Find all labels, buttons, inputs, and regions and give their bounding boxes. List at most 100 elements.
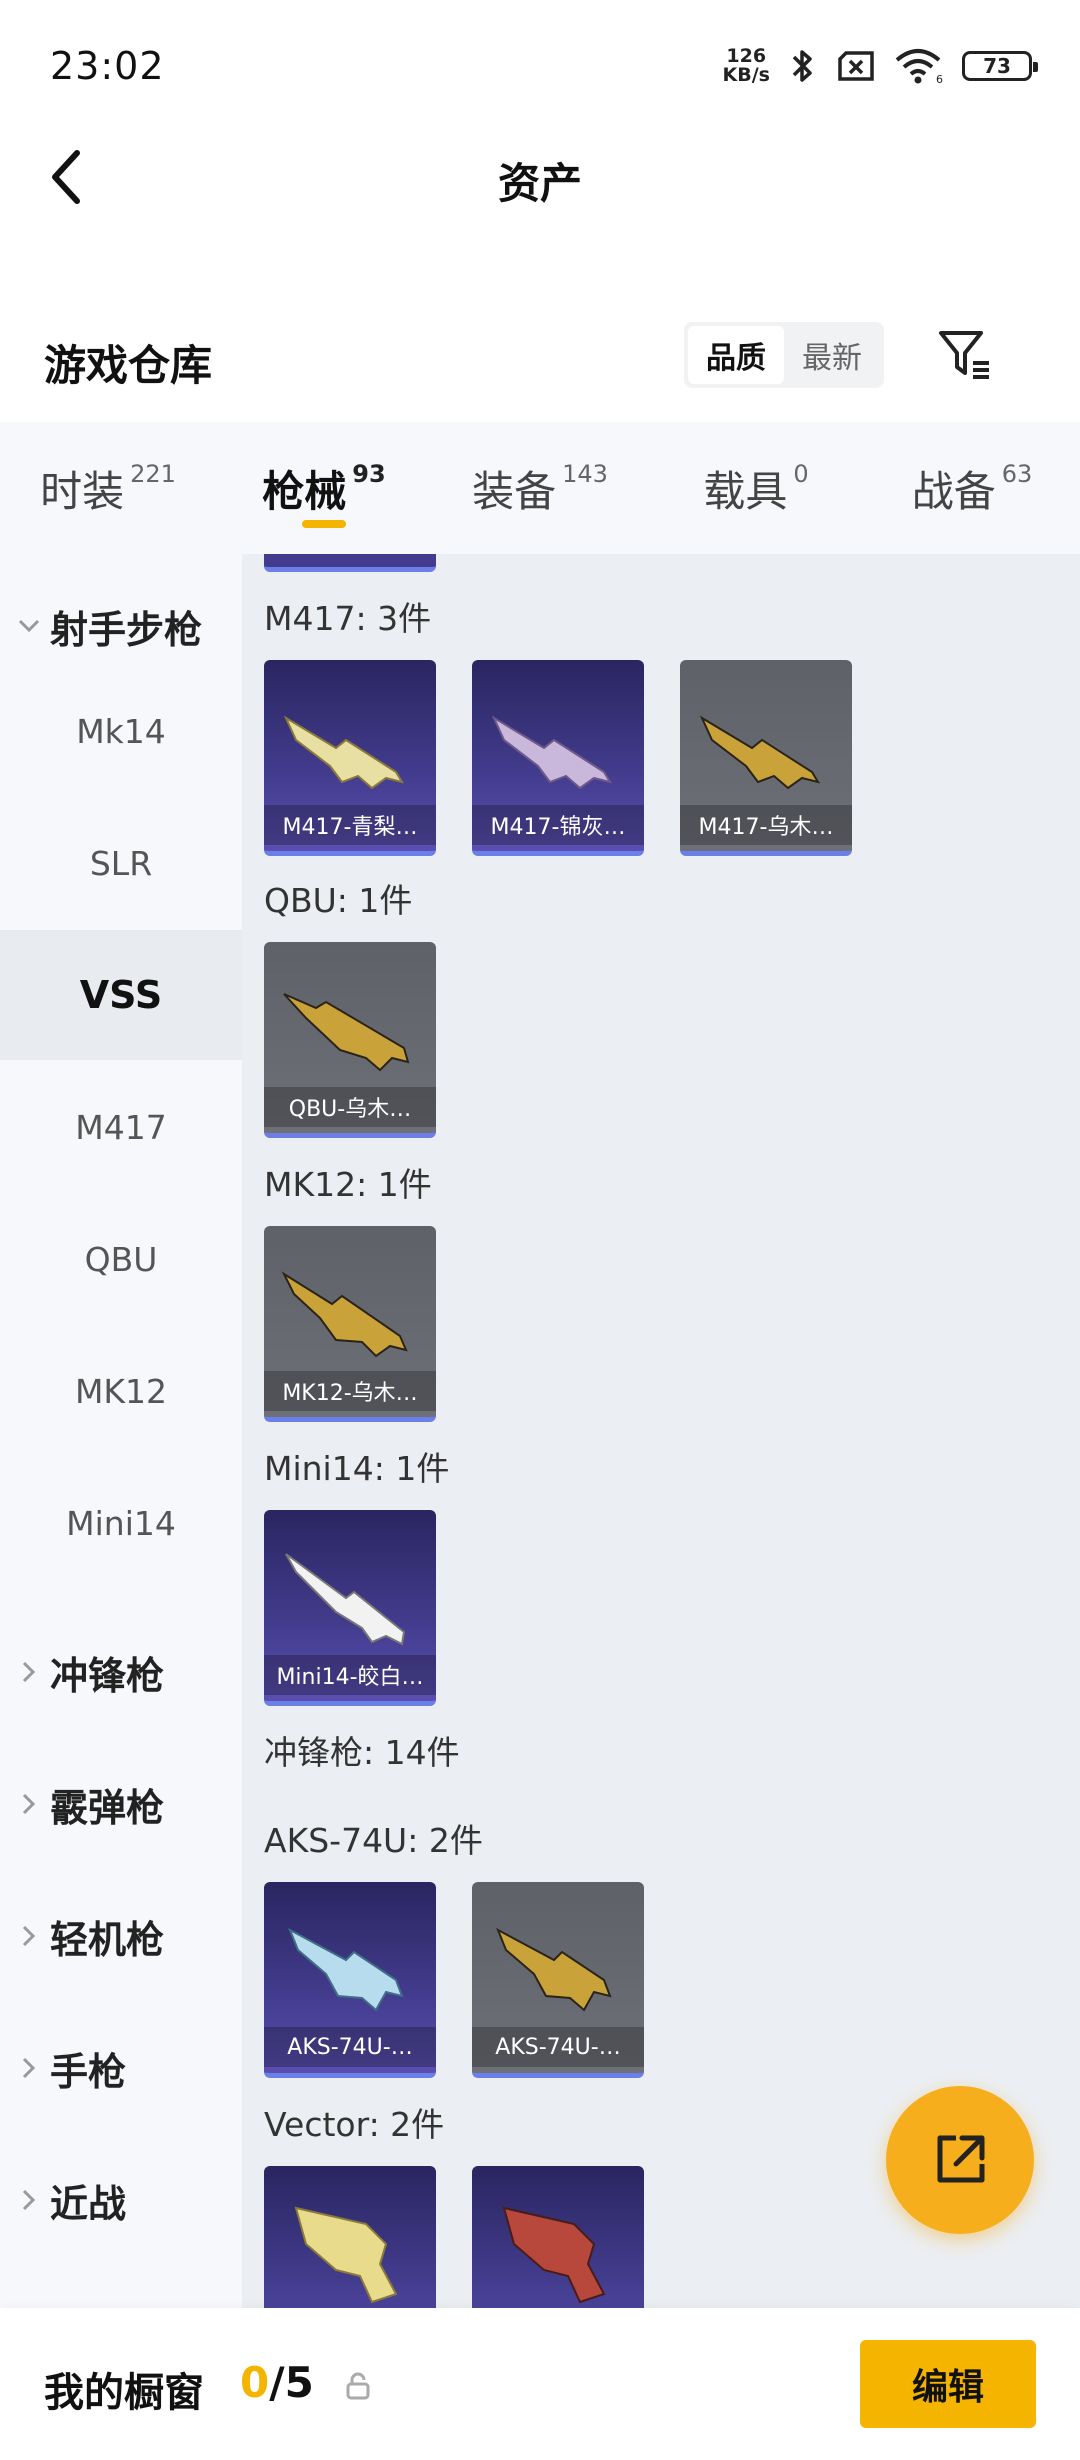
sidebar-group-label: 手枪 (50, 2049, 127, 2094)
smg-icon (288, 1927, 404, 2012)
section-title: M417: 3件 (264, 599, 432, 638)
rifle-icon (283, 715, 405, 790)
weapon-card[interactable] (264, 2166, 436, 2308)
showcase-count: 0/5 (240, 2358, 314, 2407)
tab-count: 221 (130, 460, 176, 488)
tab-supplies[interactable]: 战备 63 (864, 422, 1080, 554)
section-title: QBU: 1件 (264, 881, 413, 920)
sidebar-group-shotgun[interactable]: 霰弹枪 (0, 1764, 242, 1844)
tab-label: 战备 (911, 467, 996, 516)
sim-disabled-icon (838, 51, 874, 81)
weapon-name: AKS-74U-… (264, 2027, 436, 2067)
chevron-right-icon (18, 1661, 40, 1683)
sort-option-quality[interactable]: 品质 (688, 326, 784, 384)
wifi-icon: 6 (895, 49, 943, 84)
filter-button[interactable] (930, 320, 1000, 390)
weapon-name: M417-青梨… (264, 805, 436, 845)
sidebar-item-qbu[interactable]: QBU (0, 1194, 242, 1324)
net-speed-unit: KB/s (722, 64, 770, 86)
weapon-name: M417-乌木… (680, 805, 852, 845)
weapon-grid: M417: 3件 M417-青梨… M417-锦灰… M417-乌木… QBU:… (242, 554, 1080, 2308)
warehouse-title: 游戏仓库 (44, 341, 213, 390)
tab-label: 时装 (40, 467, 125, 516)
tab-active-indicator (302, 520, 346, 528)
category-title: 冲锋枪: 14件 (264, 1733, 460, 1772)
sidebar-group-melee[interactable]: 近战 (0, 2160, 242, 2240)
weapon-sidebar: 射手步枪 Mk14 SLR VSS M417 QBU MK12 Mini14 冲… (0, 554, 242, 2308)
page-header: 资产 (0, 130, 1080, 230)
smg-icon (294, 2206, 398, 2304)
status-bar: 23:02 126 KB/s 6 73 (0, 0, 1080, 130)
tab-fashion[interactable]: 时装 221 (0, 422, 216, 554)
section-title: Mini14: 1件 (264, 1449, 450, 1488)
rifle-icon (281, 1271, 408, 1358)
sidebar-group-pistol[interactable]: 手枪 (0, 2028, 242, 2108)
rifle-icon (699, 715, 821, 790)
weapon-name: MK12-乌木… (264, 1371, 436, 1411)
section-title: MK12: 1件 (264, 1165, 432, 1204)
chevron-right-icon (18, 2189, 40, 2211)
tab-equipment[interactable]: 装备 143 (432, 422, 648, 554)
lock-icon (346, 2372, 370, 2400)
sidebar-group-lmg[interactable]: 轻机枪 (0, 1896, 242, 1976)
sidebar-item-vss[interactable]: VSS (0, 930, 242, 1060)
smg-icon (502, 2206, 606, 2304)
status-time: 23:02 (50, 44, 165, 88)
sidebar-item-mk12[interactable]: MK12 (0, 1326, 242, 1456)
tab-label: 载具 (703, 467, 788, 516)
weapon-card[interactable]: MK12-乌木… (264, 1226, 436, 1422)
rifle-icon (491, 715, 613, 790)
weapon-card[interactable]: M417-锦灰… (472, 660, 644, 856)
weapon-card[interactable]: M417-青梨… (264, 660, 436, 856)
sidebar-item-mini14[interactable]: Mini14 (0, 1458, 242, 1588)
battery-icon: 73 (962, 51, 1038, 81)
category-tabs: 时装 221 枪械 93 装备 143 载具 0 战备 63 (0, 422, 1080, 554)
tab-count: 63 (1001, 460, 1033, 488)
sidebar-group-label: 冲锋枪 (50, 1653, 165, 1698)
tab-count: 143 (562, 460, 608, 488)
weapon-name: AKS-74U-… (472, 2027, 644, 2067)
smg-icon (496, 1927, 612, 2012)
sidebar-item-slr[interactable]: SLR (0, 798, 242, 928)
showcase-bar: 我的橱窗 0/5 编辑 (0, 2308, 1080, 2460)
showcase-count-current: 0 (240, 2358, 270, 2407)
edit-button[interactable]: 编辑 (860, 2340, 1036, 2428)
sort-option-latest[interactable]: 最新 (784, 326, 880, 384)
sidebar-group-label: 轻机枪 (50, 1917, 165, 1962)
weapon-card[interactable]: M417-乌木… (680, 660, 852, 856)
tab-label: 装备 (472, 467, 557, 516)
tab-firearms[interactable]: 枪械 93 (216, 422, 432, 554)
bluetooth-icon (792, 50, 812, 82)
showcase-count-total: /5 (269, 2358, 314, 2407)
filter-icon (939, 331, 989, 379)
sidebar-group-marksman[interactable]: 射手步枪 (0, 586, 242, 666)
rifle-icon (283, 993, 410, 1072)
sidebar-group-smg[interactable]: 冲锋枪 (0, 1632, 242, 1712)
sidebar-group-label: 射手步枪 (50, 607, 203, 652)
weapon-name: QBU-乌木… (264, 1087, 436, 1127)
chevron-right-icon (18, 2057, 40, 2079)
weapon-card[interactable]: AKS-74U-… (264, 1882, 436, 2078)
status-icons: 126 KB/s 6 73 (723, 46, 1038, 86)
chevron-right-icon (18, 1925, 40, 1947)
net-speed: 126 KB/s (723, 47, 770, 85)
sidebar-item-m417[interactable]: M417 (0, 1062, 242, 1192)
showcase-label: 我的橱窗 (44, 2370, 204, 2416)
weapon-card[interactable]: AKS-74U-… (472, 1882, 644, 2078)
tab-vehicles[interactable]: 载具 0 (648, 422, 864, 554)
sort-toggle: 品质 最新 (684, 322, 884, 388)
weapon-card[interactable]: Mini14-皎白… (264, 1510, 436, 1706)
section-title: AKS-74U: 2件 (264, 1821, 483, 1860)
weapon-name: Mini14-皎白… (264, 1655, 436, 1695)
share-fab[interactable] (886, 2086, 1034, 2234)
chevron-right-icon (18, 1793, 40, 1815)
sidebar-item-mk14[interactable]: Mk14 (0, 666, 242, 796)
partial-card[interactable] (264, 554, 436, 572)
page-title: 资产 (497, 159, 582, 208)
weapon-card[interactable]: QBU-乌木… (264, 942, 436, 1138)
tab-count: 93 (352, 460, 386, 488)
chevron-down-icon (18, 615, 40, 637)
weapon-card[interactable] (472, 2166, 644, 2308)
warehouse-row: 游戏仓库 品质 最新 (0, 300, 1080, 420)
svg-text:6: 6 (936, 73, 943, 84)
